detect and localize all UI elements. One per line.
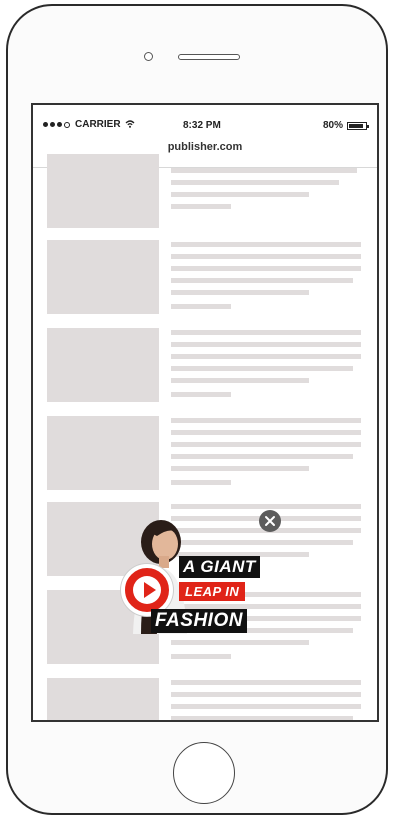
text-placeholder: [171, 342, 361, 347]
phone-screen: CARRIER 8:32 PM 80% publisher.com A GIAN…: [31, 103, 379, 722]
signal-and-carrier: CARRIER: [43, 119, 135, 130]
thumbnail-placeholder: [47, 678, 159, 720]
thumbnail-placeholder: [47, 328, 159, 402]
text-placeholder: [171, 330, 361, 335]
text-placeholder: [171, 654, 231, 659]
url-text: publisher.com: [167, 141, 243, 153]
phone-frame: CARRIER 8:32 PM 80% publisher.com A GIAN…: [6, 4, 388, 815]
text-placeholder: [171, 278, 353, 283]
thumbnail-placeholder: [47, 154, 159, 228]
text-placeholder: [171, 266, 361, 271]
battery-icon: [347, 121, 369, 130]
text-placeholder: [171, 466, 309, 471]
text-placeholder: [171, 704, 361, 709]
text-placeholder: [171, 680, 361, 685]
play-triangle: [144, 582, 156, 598]
text-placeholder: [171, 290, 309, 295]
text-placeholder: [171, 354, 361, 359]
text-placeholder: [171, 640, 309, 645]
ad-headline-line2: LEAP IN: [179, 582, 246, 601]
text-placeholder: [171, 716, 353, 720]
text-placeholder: [171, 180, 339, 185]
text-placeholder: [171, 504, 361, 509]
thumbnail-placeholder: [47, 240, 159, 314]
ad-headline-line1: A GIANT: [179, 556, 260, 578]
thumbnail-placeholder: [47, 416, 159, 490]
battery-status: 80%: [322, 120, 369, 131]
carrier-label: CARRIER: [75, 119, 121, 130]
battery-percent: 80%: [322, 120, 343, 131]
video-ad-overlay[interactable]: A GIANT LEAP IN FASHION: [117, 510, 281, 640]
text-placeholder: [171, 692, 361, 697]
close-icon[interactable]: [259, 510, 281, 532]
text-placeholder: [171, 204, 231, 209]
wifi-icon: [125, 119, 135, 130]
text-placeholder: [171, 168, 357, 173]
text-placeholder: [171, 192, 309, 197]
signal-dot: [43, 122, 48, 127]
text-placeholder: [171, 392, 231, 397]
text-placeholder: [171, 254, 361, 259]
status-bar: CARRIER 8:32 PM 80%: [33, 105, 377, 133]
text-placeholder: [171, 378, 309, 383]
text-placeholder: [171, 442, 361, 447]
camera: [144, 52, 153, 61]
status-time: 8:32 PM: [183, 120, 221, 131]
text-placeholder: [171, 480, 231, 485]
signal-dot: [50, 122, 55, 127]
ad-headline-line3: FASHION: [151, 609, 247, 633]
home-button[interactable]: [173, 742, 235, 804]
text-placeholder: [171, 304, 231, 309]
play-icon: [133, 576, 161, 604]
signal-dot: [64, 121, 70, 128]
url-bar[interactable]: publisher.com: [33, 141, 377, 153]
signal-dot: [57, 122, 62, 127]
speaker: [178, 54, 240, 60]
text-placeholder: [171, 430, 361, 435]
text-placeholder: [171, 418, 361, 423]
text-placeholder: [171, 242, 361, 247]
text-placeholder: [171, 454, 353, 459]
text-placeholder: [171, 366, 353, 371]
